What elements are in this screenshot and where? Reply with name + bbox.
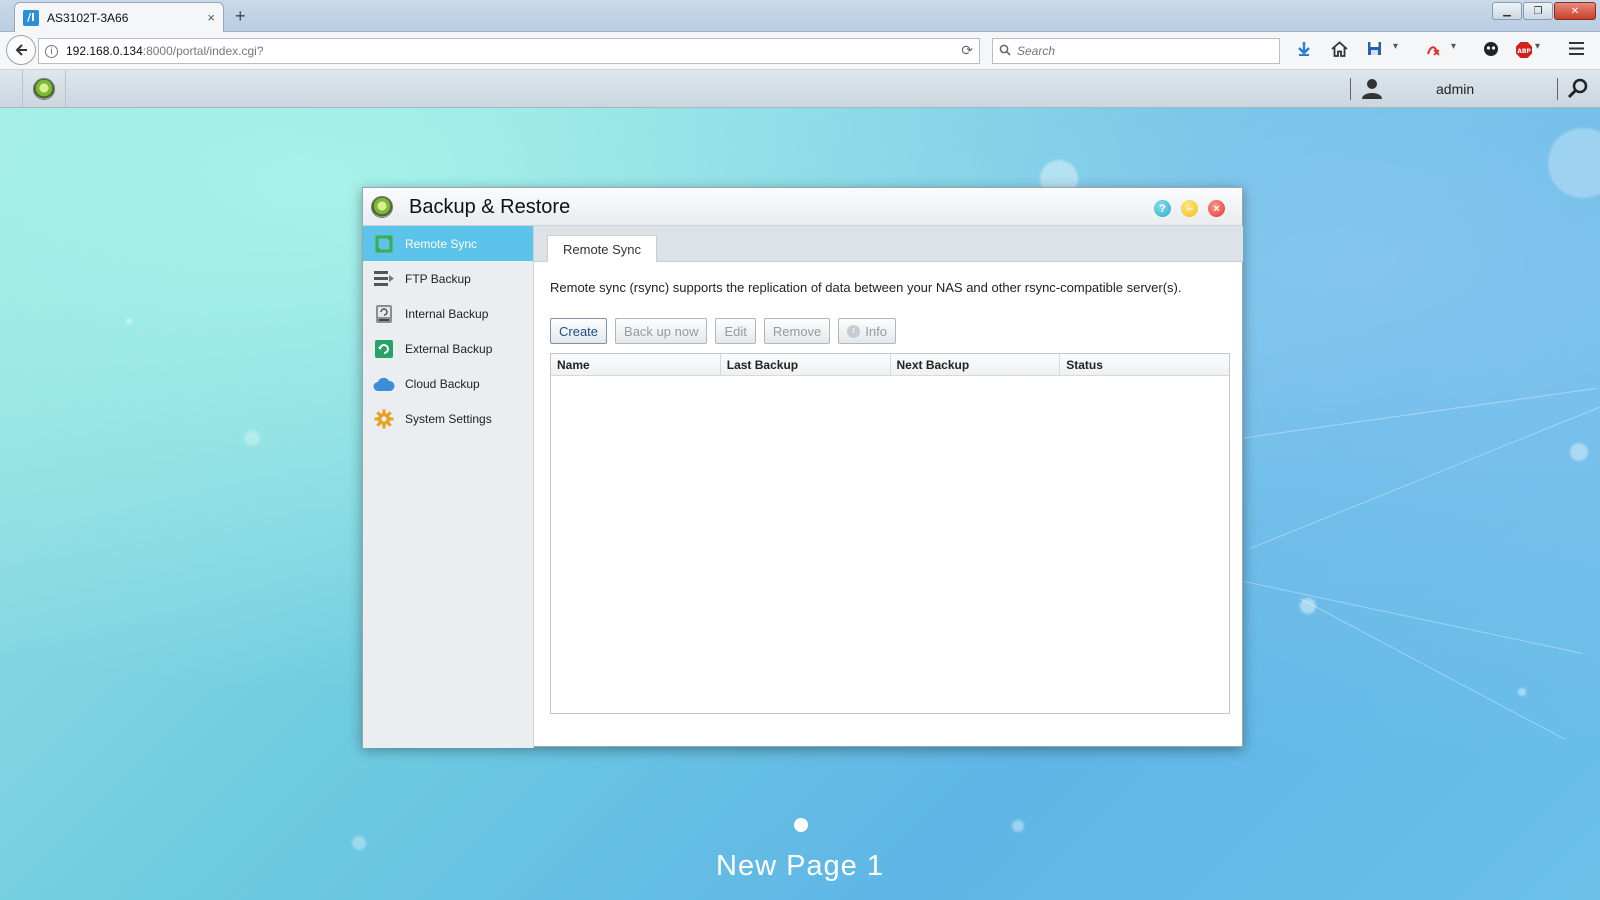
sidebar-item-label: FTP Backup bbox=[405, 271, 471, 286]
light-streak-decoration bbox=[1299, 598, 1566, 740]
column-header-next-backup[interactable]: Next Backup bbox=[891, 354, 1061, 375]
os-minimize-button[interactable]: ▁ bbox=[1492, 2, 1522, 20]
sidebar-item-system-settings[interactable]: System Settings bbox=[363, 401, 533, 436]
page-indicator-dot[interactable] bbox=[794, 818, 808, 832]
user-name-label[interactable]: admin bbox=[1436, 81, 1474, 97]
user-icon[interactable] bbox=[1360, 76, 1384, 100]
sidebar-item-cloud-backup[interactable]: Cloud Backup bbox=[363, 366, 533, 401]
column-header-name[interactable]: Name bbox=[551, 354, 721, 375]
internal-backup-icon bbox=[373, 303, 395, 325]
search-input[interactable] bbox=[1017, 44, 1257, 58]
back-arrow-icon[interactable] bbox=[6, 35, 36, 65]
gear-icon bbox=[373, 408, 395, 430]
browser-tab[interactable]: /l AS3102T-3A66 × bbox=[14, 2, 224, 32]
bokeh-decoration bbox=[1012, 820, 1024, 832]
sidebar-item-label: Cloud Backup bbox=[405, 376, 480, 391]
main-content: Remote Sync Remote sync (rsync) supports… bbox=[534, 226, 1243, 748]
description-text: Remote sync (rsync) supports the replica… bbox=[550, 280, 1182, 295]
browser-tab-bar: /l AS3102T-3A66 × + ▁ ❐ ✕ bbox=[0, 0, 1600, 32]
portal-search-icon[interactable] bbox=[1566, 77, 1590, 101]
window-title-bar[interactable]: Backup & Restore ? – × bbox=[363, 188, 1242, 226]
url-host: 192.168.0.134 bbox=[66, 44, 143, 58]
save-icon[interactable] bbox=[1367, 41, 1382, 56]
help-button[interactable]: ? bbox=[1154, 200, 1171, 217]
sidebar-item-label: External Backup bbox=[405, 341, 493, 356]
home-icon[interactable] bbox=[1331, 41, 1348, 57]
os-close-button[interactable]: ✕ bbox=[1554, 2, 1596, 20]
action-toolbar: Create Back up now Edit Remove i Info bbox=[550, 318, 896, 344]
close-button[interactable]: × bbox=[1208, 200, 1225, 217]
svg-text:ABP: ABP bbox=[1517, 48, 1531, 55]
window-title: Backup & Restore bbox=[409, 196, 571, 218]
sidebar-item-external-backup[interactable]: External Backup bbox=[363, 331, 533, 366]
sidebar-item-label: Internal Backup bbox=[405, 306, 489, 321]
light-streak-decoration bbox=[1239, 387, 1597, 439]
column-header-last-backup[interactable]: Last Backup bbox=[721, 354, 891, 375]
tab-title: AS3102T-3A66 bbox=[47, 10, 129, 25]
external-backup-icon bbox=[373, 338, 395, 360]
info-icon: i bbox=[847, 324, 861, 338]
bokeh-decoration bbox=[1518, 688, 1526, 696]
info-button[interactable]: i Info bbox=[838, 318, 896, 344]
save-dropdown-icon[interactable]: ▾ bbox=[1393, 41, 1398, 52]
browser-nav-bar: i 192.168.0.134 :8000/portal/index.cgi? … bbox=[0, 32, 1600, 70]
sidebar-item-ftp-backup[interactable]: FTP Backup bbox=[363, 261, 533, 296]
sidebar-item-remote-sync[interactable]: Remote Sync bbox=[363, 226, 533, 261]
sidebar: Remote Sync FTP Backup Internal Backup E… bbox=[363, 226, 534, 748]
backup-restore-app-icon bbox=[371, 196, 393, 218]
ftp-backup-icon bbox=[373, 268, 395, 290]
toolbar-divider bbox=[1350, 78, 1351, 100]
column-header-status[interactable]: Status bbox=[1060, 354, 1229, 375]
light-streak-decoration bbox=[1249, 405, 1600, 549]
url-path: :8000/portal/index.cgi? bbox=[142, 44, 264, 58]
tab-strip: Remote Sync bbox=[534, 226, 1243, 262]
os-restore-button[interactable]: ❐ bbox=[1523, 2, 1553, 20]
edit-button[interactable]: Edit bbox=[715, 318, 756, 344]
backup-now-button[interactable]: Back up now bbox=[615, 318, 708, 344]
browser-search-box[interactable] bbox=[992, 38, 1280, 64]
reload-icon[interactable]: ⟳ bbox=[961, 42, 973, 59]
pdf-icon[interactable] bbox=[1425, 41, 1441, 57]
sidebar-item-label: System Settings bbox=[405, 411, 492, 426]
remote-sync-icon bbox=[373, 233, 395, 255]
toolbar-divider bbox=[1557, 78, 1558, 100]
adblock-dropdown-icon[interactable]: ▾ bbox=[1535, 41, 1540, 52]
asustor-favicon-icon: /l bbox=[23, 9, 39, 26]
menu-icon[interactable] bbox=[1568, 41, 1585, 56]
asustor-logo-icon bbox=[33, 78, 55, 100]
new-tab-button[interactable]: + bbox=[235, 6, 246, 27]
bokeh-decoration bbox=[352, 836, 366, 850]
tab-close-icon[interactable]: × bbox=[207, 10, 215, 25]
site-info-icon[interactable]: i bbox=[45, 44, 58, 58]
info-button-label: Info bbox=[865, 323, 887, 339]
sidebar-item-label: Remote Sync bbox=[405, 236, 478, 251]
portal-toolbar: admin bbox=[0, 70, 1600, 108]
url-bar[interactable]: i 192.168.0.134 :8000/portal/index.cgi? … bbox=[38, 38, 980, 64]
light-streak-decoration bbox=[1229, 578, 1583, 654]
download-icon[interactable] bbox=[1296, 41, 1312, 57]
os-window-controls: ▁ ❐ ✕ bbox=[1492, 2, 1596, 20]
backup-restore-window: Backup & Restore ? – × Remote Sync FTP B… bbox=[362, 187, 1243, 748]
search-icon bbox=[999, 44, 1011, 59]
table-header: Name Last Backup Next Backup Status bbox=[551, 354, 1229, 376]
tab-remote-sync[interactable]: Remote Sync bbox=[547, 235, 658, 262]
bokeh-decoration bbox=[126, 318, 132, 324]
create-button[interactable]: Create bbox=[550, 318, 608, 344]
remove-button[interactable]: Remove bbox=[763, 318, 831, 344]
cloud-backup-icon bbox=[373, 373, 395, 395]
pdf-dropdown-icon[interactable]: ▾ bbox=[1451, 41, 1456, 52]
extension-icon[interactable] bbox=[1483, 41, 1499, 57]
minimize-button[interactable]: – bbox=[1181, 200, 1198, 217]
bokeh-decoration bbox=[1570, 443, 1588, 461]
bokeh-decoration bbox=[244, 430, 260, 446]
portal-home-icon[interactable] bbox=[22, 70, 66, 108]
bokeh-decoration bbox=[1548, 128, 1600, 198]
desktop-page-label: New Page 1 bbox=[716, 850, 884, 882]
sidebar-item-internal-backup[interactable]: Internal Backup bbox=[363, 296, 533, 331]
remote-sync-table: Name Last Backup Next Backup Status bbox=[550, 353, 1230, 714]
adblock-icon[interactable]: ABP bbox=[1515, 41, 1533, 59]
